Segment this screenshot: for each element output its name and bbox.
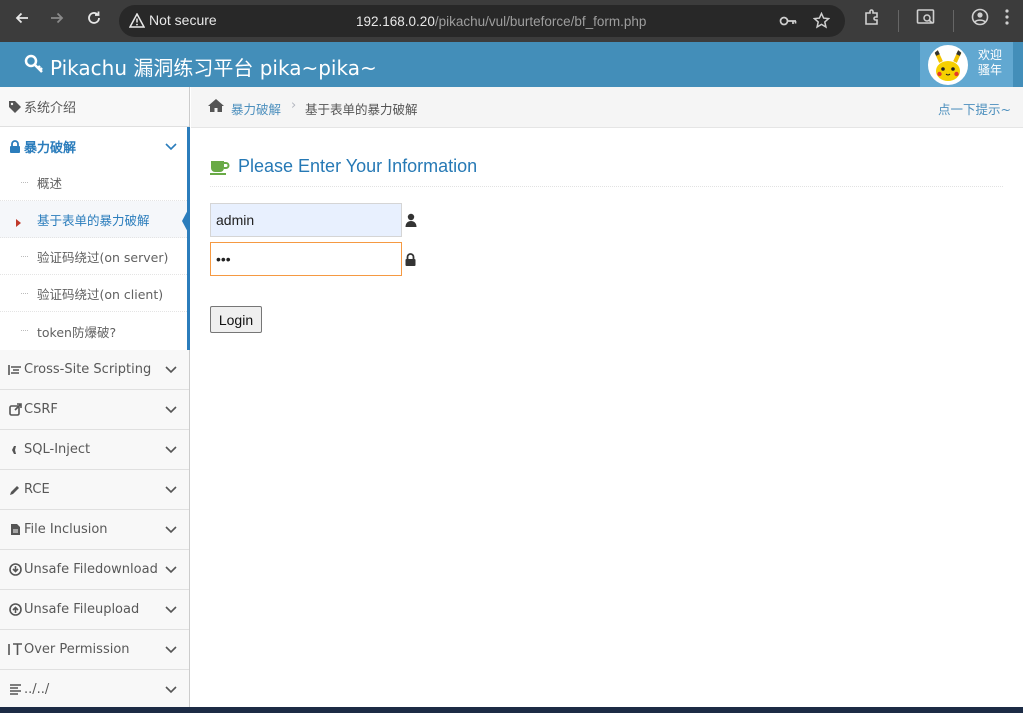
- tags-icon: [6, 100, 24, 114]
- sub-item-overview[interactable]: 概述: [0, 164, 189, 201]
- brute-force-submenu: 概述 基于表单的暴力破解 验证码绕过(on server) 验证码绕过(on c…: [0, 164, 189, 350]
- wrench-icon: [24, 54, 44, 79]
- chevron-down-icon: [165, 443, 177, 458]
- security-status[interactable]: Not secure: [149, 12, 217, 28]
- sidebar-item-unsafe-fileupload[interactable]: Unsafe Fileupload: [0, 590, 189, 630]
- breadcrumb-separator: ›: [291, 98, 297, 113]
- sidebar: 系统介绍 暴力破解 概述 基于表单的暴力破解 验证码绕过(on server) …: [0, 87, 190, 713]
- reload-icon[interactable]: [82, 6, 106, 30]
- browser-toolbar: Not secure 192.168.0.20/pikachu/vul/burt…: [0, 0, 1023, 42]
- chevron-down-icon: [165, 140, 177, 155]
- bookmark-star-icon[interactable]: [812, 11, 831, 33]
- sub-item-form-brute-force[interactable]: 基于表单的暴力破解: [0, 201, 189, 238]
- brand[interactable]: Pikachu 漏洞练习平台 pika~pika~: [24, 52, 377, 81]
- extensions-icon[interactable]: [863, 8, 881, 30]
- forward-icon[interactable]: [45, 6, 69, 30]
- brand-title: Pikachu 漏洞练习平台 pika~pika~: [50, 56, 377, 80]
- external-link-icon: [6, 403, 24, 416]
- lock-icon: [405, 251, 416, 270]
- file-icon: [6, 523, 24, 536]
- breadcrumb-current: 基于表单的暴力破解: [305, 102, 418, 117]
- lock-icon: [6, 140, 24, 153]
- caret-right-icon: [16, 215, 21, 230]
- sidebar-item-rce[interactable]: RCE: [0, 470, 189, 510]
- sidebar-item-csrf[interactable]: CSRF: [0, 390, 189, 430]
- warning-icon[interactable]: [128, 12, 146, 32]
- text-height-icon: [6, 643, 24, 656]
- sub-item-token[interactable]: token防爆破?: [0, 312, 189, 350]
- upload-circle-icon: [6, 603, 24, 616]
- chevron-down-icon: [165, 683, 177, 698]
- sidebar-item-unsafe-filedownload[interactable]: Unsafe Filedownload: [0, 550, 189, 590]
- sub-item-captcha-server[interactable]: 验证码绕过(on server): [0, 238, 189, 275]
- sub-item-captcha-client[interactable]: 验证码绕过(on client): [0, 275, 189, 312]
- pencil-icon: [6, 484, 24, 496]
- toolbar-divider: [953, 10, 954, 32]
- login-button[interactable]: Login: [210, 306, 262, 333]
- address-bar[interactable]: Not secure 192.168.0.20/pikachu/vul/burt…: [119, 5, 845, 37]
- password-input[interactable]: [210, 242, 402, 276]
- menu-icon[interactable]: [1004, 8, 1010, 30]
- avatar: [928, 45, 968, 85]
- sidebar-item-file-inclusion[interactable]: File Inclusion: [0, 510, 189, 550]
- sidebar-item-sqli[interactable]: SQL-Inject: [0, 430, 189, 470]
- sidebar-item-brute-force[interactable]: 暴力破解: [0, 127, 189, 167]
- coffee-icon: [210, 159, 230, 179]
- list-icon: [6, 364, 24, 376]
- media-cast-icon[interactable]: [916, 8, 936, 30]
- chevron-down-icon: [165, 603, 177, 618]
- breadcrumb: 暴力破解 › 基于表单的暴力破解 点一下提示~: [191, 87, 1023, 128]
- profile-icon[interactable]: [971, 8, 989, 30]
- fighter-jet-icon: [6, 445, 24, 455]
- hint-link[interactable]: 点一下提示~: [938, 99, 1011, 118]
- user-icon: [405, 212, 417, 231]
- page-title: Please Enter Your Information: [210, 156, 1003, 187]
- download-circle-icon: [6, 563, 24, 576]
- align-left-icon: [6, 684, 24, 695]
- sidebar-item-over-permission[interactable]: Over Permission: [0, 630, 189, 670]
- home-icon[interactable]: [207, 98, 225, 116]
- chevron-down-icon: [165, 483, 177, 498]
- chevron-down-icon: [165, 643, 177, 658]
- user-greeting: 欢迎 骚年: [978, 48, 1003, 77]
- breadcrumb-link[interactable]: 暴力破解: [231, 99, 281, 118]
- key-icon[interactable]: [779, 13, 797, 33]
- chevron-down-icon: [165, 403, 177, 418]
- url-text[interactable]: 192.168.0.20/pikachu/vul/burteforce/bf_f…: [356, 14, 646, 29]
- sidebar-item-dotdot[interactable]: ../../: [0, 670, 189, 710]
- sidebar-item-xss[interactable]: Cross-Site Scripting: [0, 350, 189, 390]
- chevron-down-icon: [165, 563, 177, 578]
- chevron-down-icon: [165, 523, 177, 538]
- toolbar-divider: [898, 10, 899, 32]
- user-menu[interactable]: 欢迎 骚年: [920, 42, 1013, 87]
- sidebar-item-intro[interactable]: 系统介绍: [0, 87, 189, 127]
- active-section-bar: [187, 127, 190, 350]
- taskbar-strip: [0, 707, 1023, 713]
- username-input[interactable]: [210, 203, 402, 237]
- chevron-down-icon: [165, 363, 177, 378]
- back-icon[interactable]: [10, 6, 34, 30]
- app-header: Pikachu 漏洞练习平台 pika~pika~ 欢迎 骚年: [0, 42, 1023, 87]
